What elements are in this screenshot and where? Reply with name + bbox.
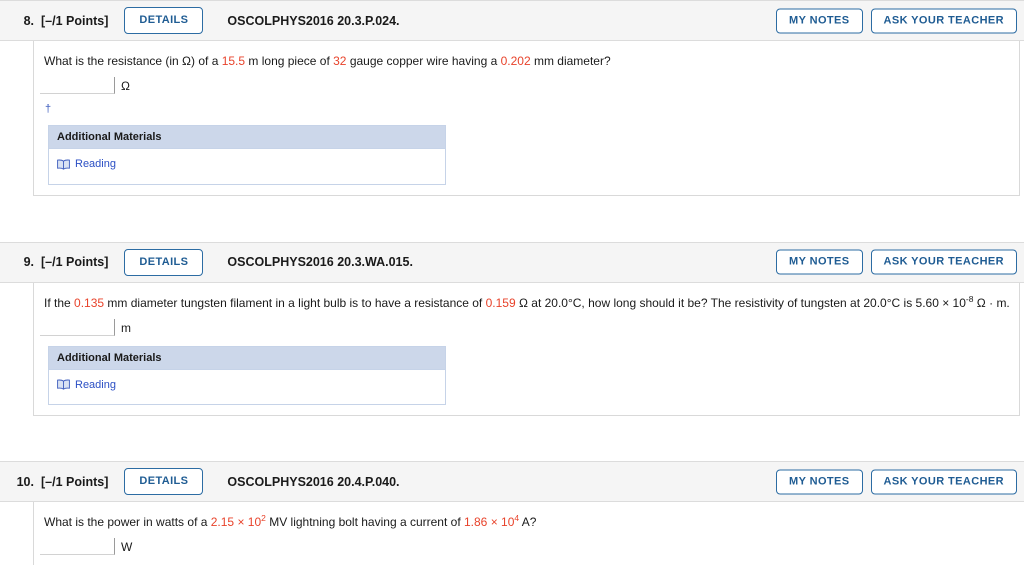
answer-input[interactable] (40, 318, 115, 336)
ask-your-teacher-button[interactable]: ASK YOUR TEACHER (870, 469, 1017, 494)
additional-materials-panel: Additional Materials Reading (48, 345, 446, 405)
answer-unit: Ω (121, 79, 130, 93)
answer-input[interactable] (40, 77, 115, 94)
my-notes-button[interactable]: MY NOTES (776, 469, 863, 494)
additional-materials-title: Additional Materials (49, 346, 445, 370)
my-notes-button[interactable]: MY NOTES (776, 249, 863, 275)
question-prompt: What is the resistance (in Ω) of a 15.5 … (34, 53, 1019, 70)
question-prompt: If the 0.135 mm diameter tungsten filame… (34, 294, 1019, 312)
prompt-part: If the (44, 295, 75, 310)
question-number: 9. (23, 255, 34, 269)
prompt-value: 0.135 (74, 295, 105, 310)
details-button[interactable]: DETAILS (124, 468, 204, 495)
reading-link-label: Reading (75, 158, 116, 170)
prompt-value: 0.159 (485, 295, 516, 310)
prompt-value: 32 (333, 54, 347, 68)
question-block-9: 9. [–/1 Points] DETAILS OSCOLPHYS2016 20… (0, 241, 1024, 416)
question-block-10: 10. [–/1 Points] DETAILS OSCOLPHYS2016 2… (0, 461, 1024, 565)
reading-link-label: Reading (75, 378, 116, 391)
dagger-symbol: † (45, 103, 52, 115)
prompt-part: Ω at 20.0°C, how long should it be? The … (515, 295, 966, 310)
ask-your-teacher-button[interactable]: ASK YOUR TEACHER (870, 249, 1017, 275)
prompt-value: 0.202 (500, 54, 531, 68)
reading-link[interactable]: Reading (57, 158, 116, 170)
question-header-9: 9. [–/1 Points] DETAILS OSCOLPHYS2016 20… (0, 241, 1024, 283)
question-header-10: 10. [–/1 Points] DETAILS OSCOLPHYS2016 2… (0, 461, 1024, 502)
question-header-actions: MY NOTES ASK YOUR TEACHER (776, 8, 1017, 33)
details-button[interactable]: DETAILS (124, 248, 204, 276)
prompt-part: m long piece of (245, 54, 334, 68)
question-body-9: If the 0.135 mm diameter tungsten filame… (33, 282, 1020, 416)
question-body-8: What is the resistance (in Ω) of a 15.5 … (33, 41, 1020, 196)
additional-materials-body: Reading (49, 149, 445, 184)
answer-input[interactable] (40, 538, 115, 555)
question-points: [–/1 Points] (41, 255, 109, 269)
my-notes-button[interactable]: MY NOTES (776, 8, 863, 33)
additional-materials-body: Reading (49, 370, 445, 405)
prompt-value: 15.5 (221, 54, 246, 68)
question-points: [–/1 Points] (41, 474, 109, 489)
prompt-part: Ω · m. (973, 295, 1010, 310)
section-gap (0, 416, 1024, 461)
ask-your-teacher-button[interactable]: ASK YOUR TEACHER (870, 8, 1017, 33)
prompt-part: mm diameter tungsten filament in a light… (104, 295, 486, 310)
answer-unit: W (121, 540, 133, 554)
details-button[interactable]: DETAILS (124, 7, 204, 34)
additional-materials-panel: Additional Materials Reading (48, 125, 446, 185)
question-body-10: What is the power in watts of a 2.15 × 1… (33, 502, 1024, 565)
section-gap (0, 195, 1024, 242)
question-block-8: 8. [–/1 Points] DETAILS OSCOLPHYS2016 20… (0, 0, 1024, 196)
question-header-actions: MY NOTES ASK YOUR TEACHER (776, 469, 1017, 494)
question-code: OSCOLPHYS2016 20.3.WA.015. (227, 255, 413, 269)
prompt-part: mm diameter? (530, 54, 611, 68)
book-icon (57, 379, 70, 390)
answer-row: W (34, 531, 1024, 555)
answer-unit: m (121, 320, 131, 335)
reading-link[interactable]: Reading (57, 379, 116, 391)
prompt-part: What is the resistance (in Ω) of a (44, 54, 222, 68)
answer-row: m (34, 312, 1019, 336)
question-prompt: What is the power in watts of a 2.15 × 1… (34, 514, 1024, 531)
question-code: OSCOLPHYS2016 20.3.P.024. (227, 13, 400, 28)
question-code: OSCOLPHYS2016 20.4.P.040. (227, 474, 400, 489)
answer-row: Ω (34, 70, 1019, 94)
question-points: [–/1 Points] (41, 13, 109, 28)
additional-materials-title: Additional Materials (49, 126, 445, 149)
book-icon (57, 159, 70, 170)
prompt-part: gauge copper wire having a (346, 54, 501, 68)
question-number: 8. (23, 13, 34, 28)
question-header-actions: MY NOTES ASK YOUR TEACHER (776, 249, 1017, 275)
question-header-8: 8. [–/1 Points] DETAILS OSCOLPHYS2016 20… (0, 0, 1024, 41)
question-number: 10. (16, 474, 34, 489)
